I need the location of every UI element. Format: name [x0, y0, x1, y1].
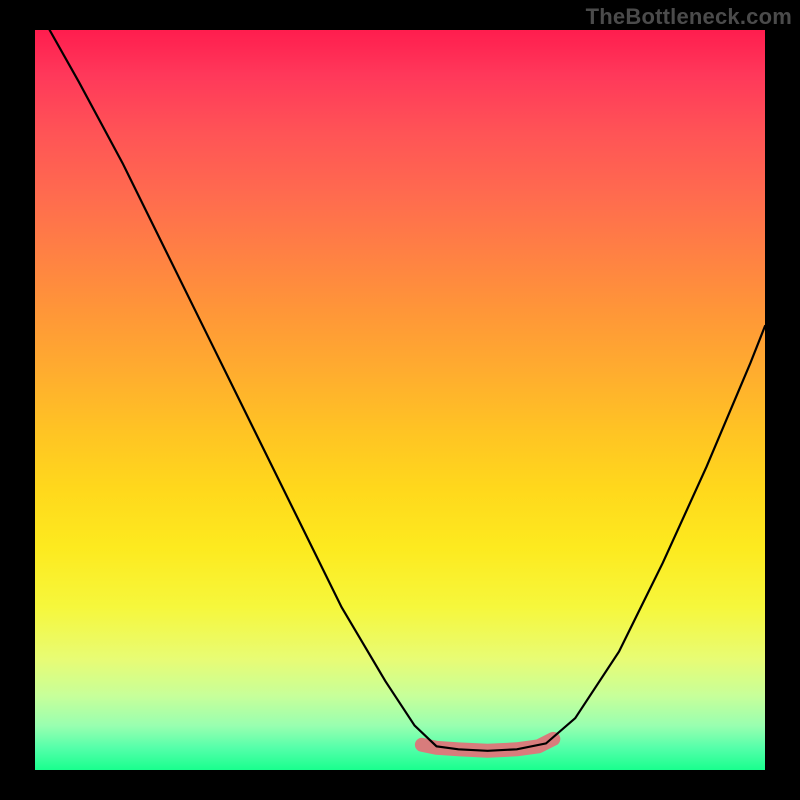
chart-svg: [35, 30, 765, 770]
main-curve: [50, 30, 765, 751]
attribution-text: TheBottleneck.com: [586, 4, 792, 30]
chart-frame: TheBottleneck.com: [0, 0, 800, 800]
